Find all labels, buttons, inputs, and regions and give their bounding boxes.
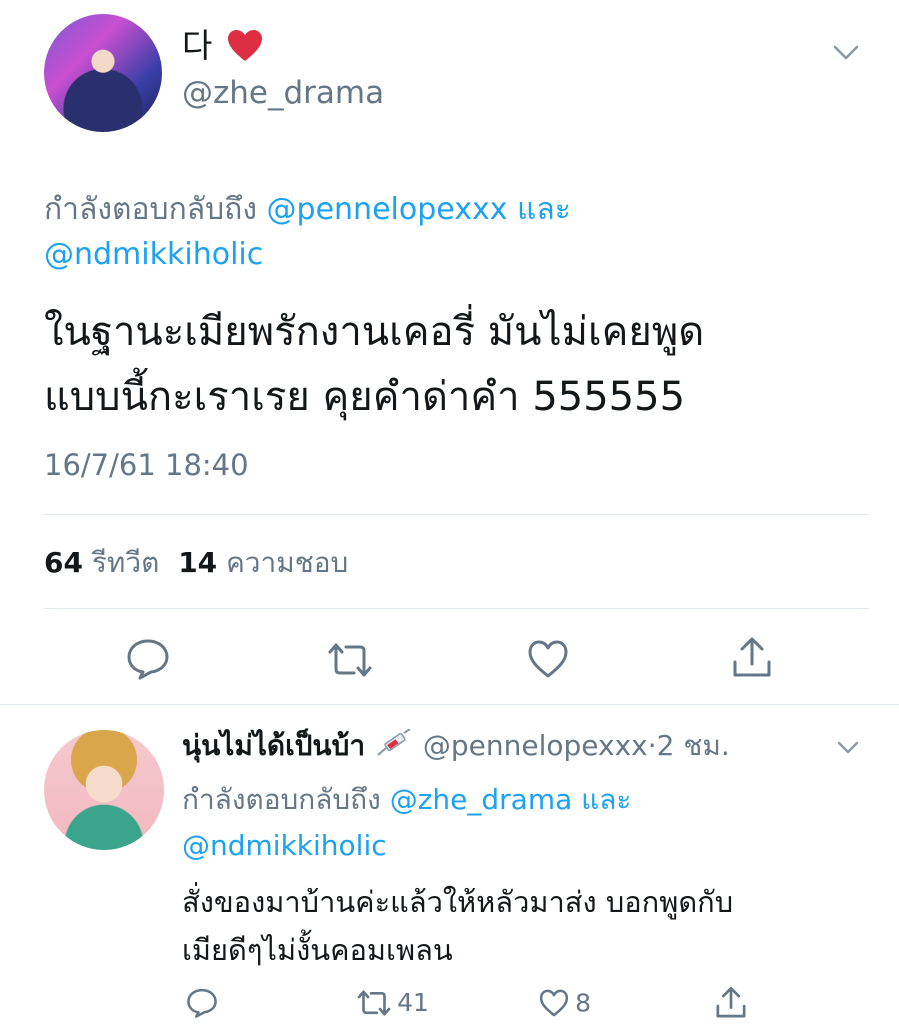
retweet-count-label: รีทวีต [91,546,160,579]
tweet-text-line: แบบนี้กะเราเรย คุยคำด่าคำ 555555 [44,374,686,420]
divider [0,704,899,705]
reply-time[interactable]: 2 ชม. [657,729,730,762]
reply-display-name[interactable]: นุ่นไม่ได้เป็นบ้า [182,729,365,762]
like-count-label: ความชอบ [226,546,349,579]
heart-emoji [227,29,263,72]
like-count[interactable]: 14 ความชอบ [178,546,348,579]
tweet-text: ในฐานะเมียพรักงานเคอรี่ มันไม่เคยพูด แบบ… [44,300,704,430]
reply-conjunction: และ [581,783,632,816]
reply-text: สั่งของมาบ้านค่ะแล้วให้หลัวมาส่ง บอกพูดก… [182,878,733,974]
reply-icon[interactable] [126,638,170,680]
retweet-action[interactable]: 41 [356,988,429,1017]
retweet-count[interactable]: 64 รีทวีต [44,546,168,579]
like-action[interactable]: 8 [538,988,591,1018]
separator-dot: · [647,729,657,762]
syringe-icon [374,728,414,770]
retweet-count-value: 64 [44,546,83,579]
reply-context: กำลังตอบกลับถึง @zhe_drama และ [182,780,631,820]
share-icon[interactable] [714,986,748,1020]
reply-icon[interactable] [186,988,218,1018]
reply-author-avatar[interactable] [44,730,164,850]
author-avatar[interactable] [44,14,162,132]
share-icon[interactable] [730,636,774,680]
author-handle[interactable]: @zhe_drama [182,74,384,112]
mention-link[interactable]: @pennelopexxx [267,192,508,227]
reply-handle[interactable]: @pennelopexxx [423,729,648,762]
tweet-text-line: ในฐานะเมียพรักงานเคอรี่ มันไม่เคยพูด [44,309,705,355]
retweet-icon [356,989,392,1017]
like-icon [538,988,570,1018]
display-name-text: 다 [182,26,213,65]
chevron-down-icon[interactable] [836,740,860,756]
like-count: 8 [575,988,591,1018]
author-display-name[interactable]: 다 [182,26,263,72]
reply-context: กำลังตอบกลับถึง @pennelopexxx และ [44,190,571,230]
retweet-count: 41 [397,988,429,1017]
like-count-value: 14 [178,546,218,579]
reply-text-line: เมียดีๆไม่งั้นคอมเพลน [182,933,453,967]
reply-prefix: กำลังตอบกลับถึง [44,192,257,227]
retweet-icon[interactable] [326,642,374,678]
tweet-timestamp[interactable]: 16/7/61 18:40 [44,446,249,484]
chevron-down-icon[interactable] [832,44,860,62]
divider [44,514,869,515]
reply-header: นุ่นไม่ได้เป็นบ้า @pennelopexxx·2 ชม. [182,726,730,770]
tweet-stats: 64 รีทวีต 14 ความชอบ [44,544,348,582]
mention-link[interactable]: @ndmikkiholic [44,235,263,275]
reply-conjunction: และ [517,192,571,227]
mention-link[interactable]: @ndmikkiholic [182,826,387,866]
like-icon[interactable] [526,638,570,680]
reply-prefix: กำลังตอบกลับถึง [182,783,381,816]
mention-link[interactable]: @zhe_drama [390,783,573,816]
divider [44,608,869,609]
reply-text-line: สั่งของมาบ้านค่ะแล้วให้หลัวมาส่ง บอกพูดก… [182,885,734,919]
